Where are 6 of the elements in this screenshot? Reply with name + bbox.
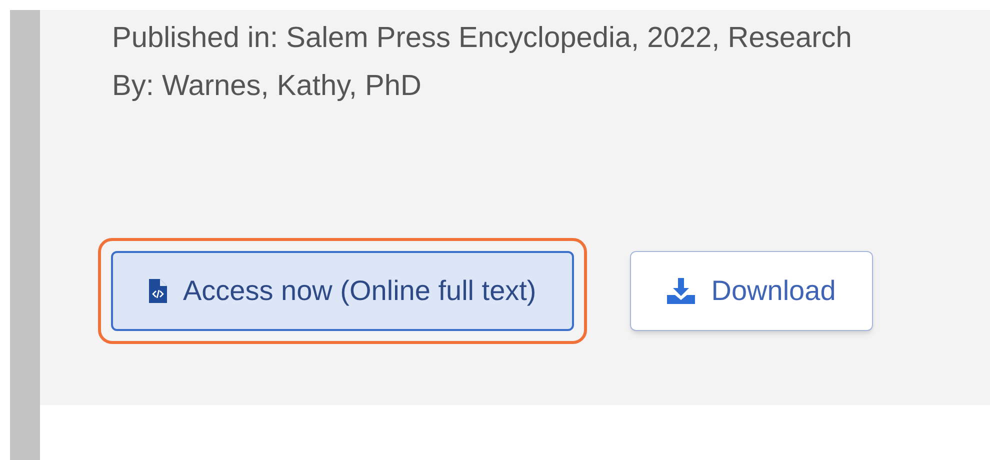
access-button[interactable]: Access now (Online full text) [111,251,574,331]
file-code-icon [149,279,167,303]
download-button[interactable]: Download [630,251,873,331]
download-icon [667,278,696,304]
author-text: By: Warnes, Kathy, PhD [112,69,422,104]
published-in-text: Published in: Salem Press Encyclopedia, 2022, Research [112,21,853,56]
